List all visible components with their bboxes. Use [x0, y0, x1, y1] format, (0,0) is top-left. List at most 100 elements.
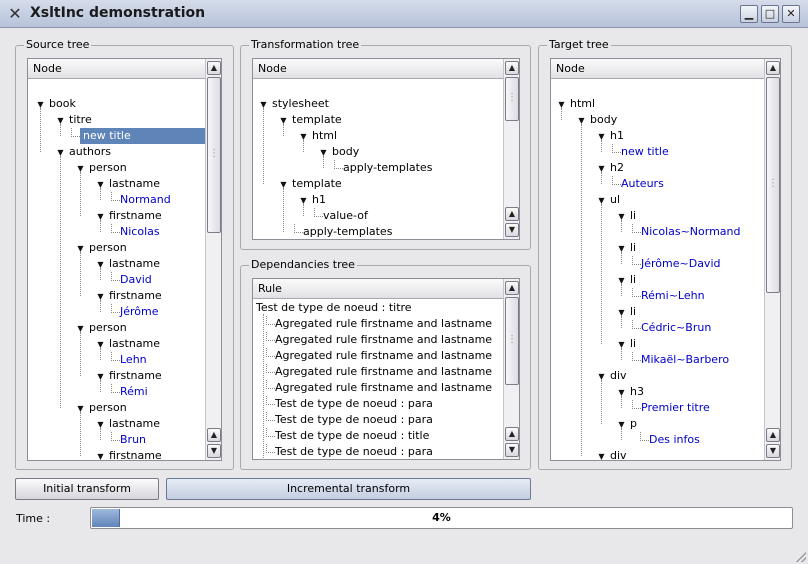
tree-leaf-item[interactable]: Nicolas	[111, 224, 160, 240]
tree-node-item[interactable]: ▼ lastname	[96, 176, 160, 192]
collapse-arrow-icon[interactable]: ▼	[299, 196, 308, 205]
tree-node-item[interactable]: ▼ lastname	[96, 336, 160, 352]
tree-node-item[interactable]: apply-templates	[333, 160, 432, 176]
collapse-arrow-icon[interactable]: ▼	[597, 132, 606, 141]
tree-node-item[interactable]: ▼ lastname	[96, 256, 160, 272]
collapse-arrow-icon[interactable]: ▼	[76, 244, 85, 253]
incremental-transform-button[interactable]: Incremental transform	[166, 478, 531, 500]
source-tree-scrollbar[interactable]: ▲ ▲ ▼	[205, 59, 221, 460]
tree-node-item[interactable]: ▼ li	[617, 272, 636, 288]
collapse-arrow-icon[interactable]: ▼	[597, 372, 606, 381]
tree-leaf-item[interactable]: David	[111, 272, 152, 288]
tree-leaf-item[interactable]: Auteurs	[612, 176, 664, 192]
tree-node-item[interactable]: ▼ authors	[56, 144, 111, 160]
scroll-thumb[interactable]	[505, 297, 519, 385]
scroll-up-arrow-icon[interactable]: ▲	[766, 428, 780, 442]
tree-node-item[interactable]: ▼ firstname	[96, 368, 161, 384]
transformation-tree-body[interactable]: ▼ stylesheet ▼ template ▼ html ▼ body apply-temp…	[253, 80, 503, 239]
collapse-arrow-icon[interactable]: ▼	[617, 388, 626, 397]
tree-leaf-item[interactable]: new title	[612, 144, 669, 160]
scroll-thumb[interactable]	[207, 77, 221, 233]
tree-node-item[interactable]: ▼ lastname	[96, 416, 160, 432]
collapse-arrow-icon[interactable]: ▼	[319, 148, 328, 157]
collapse-arrow-icon[interactable]: ▼	[617, 276, 626, 285]
target-tree-body[interactable]: ▼ html ▼ body ▼ h1 new title ▼ h2 Auteurs ▼ ul ▼ li Ni…	[551, 80, 764, 460]
dependency-rule-item[interactable]: Agregated rule firstname and lastname	[265, 348, 492, 364]
collapse-arrow-icon[interactable]: ▼	[96, 452, 105, 461]
scroll-down-arrow-icon[interactable]: ▼	[505, 223, 519, 237]
scroll-up-arrow-icon[interactable]: ▲	[207, 428, 221, 442]
collapse-arrow-icon[interactable]: ▼	[76, 164, 85, 173]
collapse-arrow-icon[interactable]: ▼	[96, 260, 105, 269]
minimize-button[interactable]: ▁	[740, 5, 758, 23]
target-tree-header[interactable]: Node	[551, 59, 764, 79]
scroll-thumb[interactable]	[766, 77, 780, 293]
dependency-rule-item[interactable]: Agregated rule firstname and lastname	[265, 380, 492, 396]
tree-leaf-item[interactable]: Des infos	[640, 432, 700, 448]
collapse-arrow-icon[interactable]: ▼	[597, 452, 606, 461]
transformation-tree-header[interactable]: Node	[253, 59, 503, 79]
tree-node-item[interactable]: ▼ stylesheet	[259, 96, 329, 112]
dependency-rule-item[interactable]: Test de type de noeud : para	[266, 412, 433, 428]
tree-node-item[interactable]: ▼ li	[617, 304, 636, 320]
collapse-arrow-icon[interactable]: ▼	[577, 116, 586, 125]
dependency-rule-item[interactable]: Test de type de noeud : titre	[256, 300, 412, 316]
dependency-rule-item[interactable]: Test de type de noeud : para	[266, 396, 433, 412]
target-tree-view[interactable]: Node ▼ html ▼ body ▼ h1 new title ▼ h2 Auteurs ▼ ul…	[550, 58, 781, 461]
tree-node-item[interactable]: ▼ template	[279, 176, 341, 192]
tree-leaf-item[interactable]: Jérôme	[111, 304, 159, 320]
collapse-arrow-icon[interactable]: ▼	[56, 116, 65, 125]
collapse-arrow-icon[interactable]: ▼	[279, 116, 288, 125]
tree-leaf-item[interactable]: Rémi~Lehn	[632, 288, 705, 304]
dependancies-tree-header[interactable]: Rule	[253, 279, 503, 299]
tree-node-item[interactable]: ▼ p	[617, 416, 637, 432]
collapse-arrow-icon[interactable]: ▼	[96, 292, 105, 301]
tree-node-item[interactable]: ▼ html	[557, 96, 595, 112]
tree-node-item[interactable]: ▼ div	[597, 448, 626, 461]
collapse-arrow-icon[interactable]: ▼	[617, 308, 626, 317]
scroll-up-arrow-icon[interactable]: ▲	[766, 61, 780, 75]
tree-node-item[interactable]: ▼ body	[577, 112, 617, 128]
tree-node-item[interactable]: value-of	[314, 208, 368, 224]
collapse-arrow-icon[interactable]: ▼	[299, 132, 308, 141]
collapse-arrow-icon[interactable]: ▼	[76, 404, 85, 413]
tree-node-item[interactable]: ▼ li	[617, 208, 636, 224]
scroll-up-arrow-icon[interactable]: ▲	[505, 281, 519, 295]
scroll-down-arrow-icon[interactable]: ▼	[766, 444, 780, 458]
initial-transform-button[interactable]: Initial transform	[15, 478, 159, 500]
tree-node-item[interactable]: ▼ div	[597, 368, 626, 384]
tree-leaf-item[interactable]: Brun	[110, 432, 146, 448]
collapse-arrow-icon[interactable]: ▼	[617, 340, 626, 349]
collapse-arrow-icon[interactable]: ▼	[597, 196, 606, 205]
dependancies-tree-scrollbar[interactable]: ▲ ▲ ▼	[503, 279, 519, 459]
collapse-arrow-icon[interactable]: ▼	[76, 324, 85, 333]
collapse-arrow-icon[interactable]: ▼	[36, 100, 45, 109]
tree-node-item[interactable]: ▼ firstname	[96, 288, 161, 304]
tree-node-item[interactable]: ▼ li	[617, 240, 636, 256]
tree-node-item[interactable]: ▼ h3	[617, 384, 644, 400]
tree-node-item[interactable]: ▼ h2	[597, 160, 624, 176]
collapse-arrow-icon[interactable]: ▼	[56, 148, 65, 157]
tree-node-item[interactable]: ▼ html	[299, 128, 337, 144]
title-bar[interactable]: ✕ XsltInc demonstration ▁ □ ✕	[0, 0, 808, 28]
tree-node-item[interactable]: ▼ template	[279, 112, 341, 128]
tree-leaf-item[interactable]: Mikaël~Barbero	[631, 352, 729, 368]
collapse-arrow-icon[interactable]: ▼	[279, 180, 288, 189]
transformation-tree-scrollbar[interactable]: ▲ ▲ ▼	[503, 59, 519, 239]
scroll-up-arrow-icon[interactable]: ▲	[505, 427, 519, 441]
maximize-button[interactable]: □	[761, 5, 779, 23]
transformation-tree-view[interactable]: Node ▼ stylesheet ▼ template ▼ html ▼ body apply…	[252, 58, 520, 240]
source-tree-header[interactable]: Node	[28, 59, 205, 79]
collapse-arrow-icon[interactable]: ▼	[259, 100, 268, 109]
collapse-arrow-icon[interactable]: ▼	[96, 180, 105, 189]
close-button[interactable]: ✕	[782, 5, 800, 23]
tree-node-item[interactable]: ▼ person	[76, 160, 126, 176]
dependency-rule-item[interactable]: Agregated rule firstname and lastname	[265, 364, 492, 380]
tree-leaf-item[interactable]: Normand	[111, 192, 171, 208]
tree-leaf-item[interactable]: new title	[71, 128, 205, 144]
collapse-arrow-icon[interactable]: ▼	[96, 340, 105, 349]
tree-node-item[interactable]: ▼ person	[76, 240, 126, 256]
tree-leaf-item[interactable]: Rémi	[111, 384, 148, 400]
collapse-arrow-icon[interactable]: ▼	[597, 164, 606, 173]
scroll-down-arrow-icon[interactable]: ▼	[505, 443, 519, 457]
